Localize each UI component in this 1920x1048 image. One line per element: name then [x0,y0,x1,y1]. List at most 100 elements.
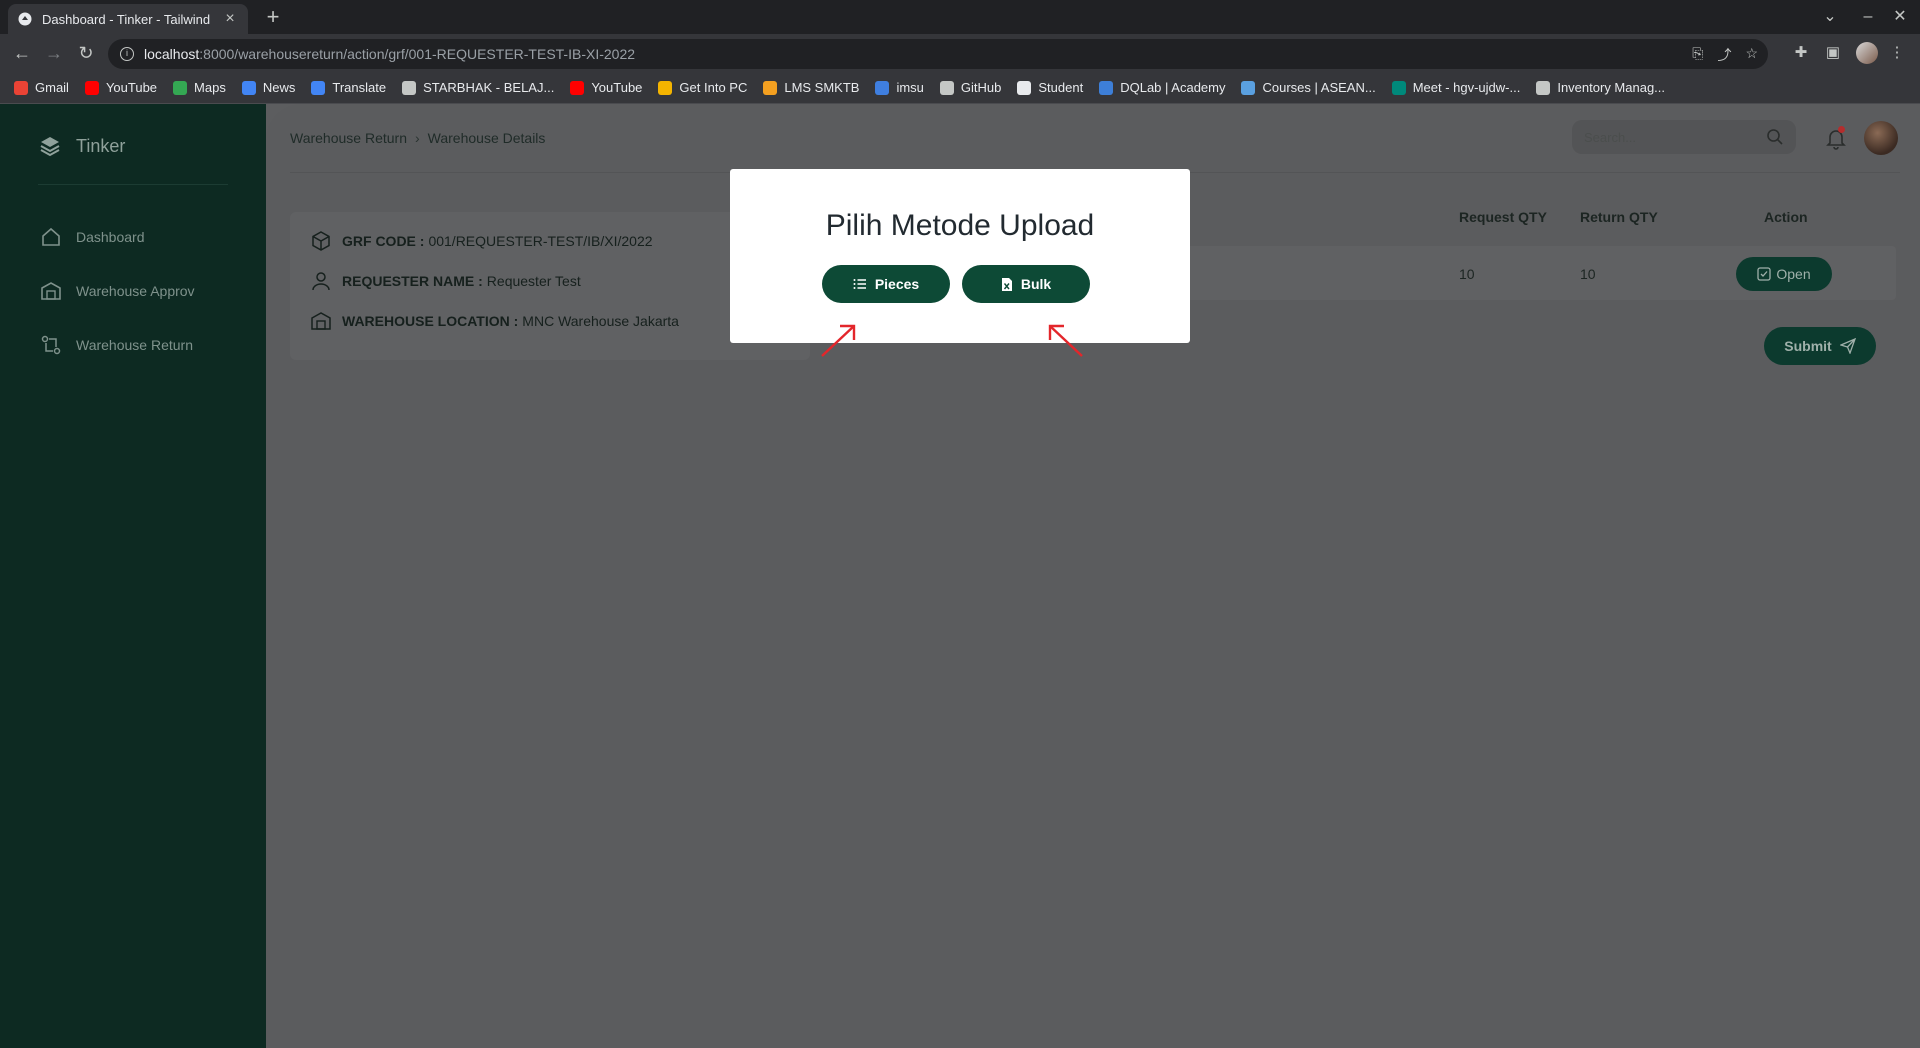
bookmark-label: Student [1038,80,1084,95]
pieces-button[interactable]: Pieces [822,265,950,303]
bookmark-favicon-icon [1099,80,1114,95]
profile-avatar[interactable] [1856,42,1878,64]
translate-icon[interactable]: ⎘ [1692,45,1703,65]
open-button[interactable]: Open [1736,257,1832,291]
bookmark-label: STARBHAK - BELAJ... [423,80,555,95]
breadcrumb-current: Warehouse Details [427,130,546,146]
bookmark-label: DQLab | Academy [1120,80,1226,95]
bookmark-item[interactable]: LMS SMKTB [763,80,859,95]
bookmark-star-icon[interactable]: ☆ [1745,45,1758,65]
send-icon [1839,338,1856,354]
sidebar-item-warehouse-approv[interactable]: Warehouse Approv [40,280,195,302]
cell-return-qty: 10 [1580,266,1596,282]
bookmark-favicon-icon [402,80,417,95]
excel-file-icon [1001,277,1012,291]
tab-search-icon[interactable]: ⌄ [1814,4,1846,30]
site-info-icon[interactable]: i [120,47,134,61]
header-return-qty: Return QTY [1580,209,1658,225]
upload-method-modal: Pilih Metode Upload Pieces Bulk [730,169,1190,343]
address-bar[interactable]: i localhost:8000/warehousereturn/action/… [108,39,1768,69]
user-icon [312,272,330,291]
browser-tab[interactable]: Dashboard - Tinker - Tailwind × [8,4,248,34]
bookmarks-bar: Gmail YouTube Maps News Translate STARBHAK - … [0,72,1920,104]
bookmark-favicon-icon [763,80,778,95]
breadcrumb: Warehouse Return › Warehouse Details [290,130,545,146]
list-icon [853,279,866,289]
sidebar-divider [38,184,228,185]
bookmark-favicon-icon [875,80,890,95]
bookmark-item[interactable]: Maps [173,80,226,95]
bookmark-label: Inventory Manag... [1557,80,1666,95]
header-request-qty: Request QTY [1459,209,1547,225]
bookmark-item[interactable]: YouTube [570,80,642,95]
bookmark-favicon-icon [939,80,954,95]
bookmark-item[interactable]: Translate [311,80,386,95]
breadcrumb-parent[interactable]: Warehouse Return [290,130,407,146]
sidebar-item-warehouse-return[interactable]: Warehouse Return [40,334,193,356]
bookmark-item[interactable]: Meet - hgv-ujdw-... [1391,80,1520,95]
browser-toolbar: ← → ↻ i localhost:8000/warehousereturn/a… [0,34,1920,72]
grf-code-value: 001/REQUESTER-TEST/IB/XI/2022 [428,233,653,249]
menu-kebab-icon[interactable]: ⋮ [1886,42,1908,64]
side-panel-icon[interactable]: ▣ [1822,42,1844,64]
layers-logo-icon [40,137,60,157]
sidebar-item-label: Warehouse Approv [76,283,195,299]
tab-close-icon[interactable]: × [222,10,238,28]
search-input[interactable] [1584,129,1754,145]
submit-button[interactable]: Submit [1764,327,1876,365]
bookmark-item[interactable]: Get Into PC [658,80,747,95]
bookmark-item[interactable]: GitHub [939,80,1002,95]
reload-icon[interactable]: ↻ [72,40,100,68]
bulk-button-label: Bulk [1020,276,1052,292]
search-icon[interactable] [1766,128,1784,146]
bookmark-label: imsu [896,80,924,95]
share-icon[interactable]: ⤴ [1717,45,1731,65]
notification-badge [1838,126,1845,133]
bookmark-label: News [262,80,296,95]
bookmark-label: YouTube [105,80,158,95]
omnibox-actions: ⎘ ⤴ ☆ [1692,45,1758,65]
requester-value: Requester Test [486,273,581,289]
cube-icon [312,231,330,251]
sidebar: Tinker Dashboard Warehouse Approv Wareho… [0,104,266,1048]
brand-name: Tinker [76,135,126,156]
bulk-button[interactable]: Bulk [962,265,1090,303]
bookmark-label: Courses | ASEAN... [1262,80,1376,95]
bookmark-favicon-icon [14,80,28,95]
pieces-button-label: Pieces [874,276,920,292]
bookmark-favicon-icon [173,80,188,95]
close-window-icon[interactable]: ✕ [1884,4,1916,30]
new-tab-button[interactable]: + [260,5,286,31]
forward-icon[interactable]: → [40,40,68,68]
bookmark-favicon-icon [570,80,585,95]
sidebar-item-dashboard[interactable]: Dashboard [40,226,145,248]
user-avatar[interactable] [1864,121,1898,155]
bookmark-item[interactable]: Inventory Manag... [1536,80,1665,95]
url-text: localhost:8000/warehousereturn/action/gr… [144,46,636,62]
bookmark-label: GitHub [960,80,1002,95]
bookmark-item[interactable]: Courses | ASEAN... [1241,80,1376,95]
bookmark-item[interactable]: STARBHAK - BELAJ... [402,80,554,95]
bookmark-favicon-icon [1241,80,1256,95]
extensions-icon[interactable]: ✚ [1790,42,1812,64]
annotation-arrow-bulk [1048,324,1083,357]
bookmark-item[interactable]: Student [1017,80,1083,95]
sidebar-item-label: Warehouse Return [76,337,193,353]
bookmark-label: Translate [332,80,387,95]
minimize-icon[interactable]: – [1852,4,1884,30]
requester-row: REQUESTER NAME : Requester Test [310,270,581,292]
annotation-arrow-pieces [821,324,856,357]
bookmark-label: Get Into PC [679,80,748,95]
submit-button-label: Submit [1784,338,1832,354]
bookmark-item[interactable]: YouTube [84,80,158,95]
bookmark-item[interactable]: DQLab | Academy [1099,80,1225,95]
check-square-icon [1757,267,1772,281]
brand[interactable]: Tinker [38,134,125,158]
back-icon[interactable]: ← [8,40,36,68]
return-icon [41,335,61,355]
cell-request-qty: 10 [1459,266,1475,282]
bookmark-item[interactable]: imsu [875,80,924,95]
bookmark-favicon-icon [311,80,326,95]
bookmark-item[interactable]: Gmail [14,80,69,95]
bookmark-item[interactable]: News [241,80,296,95]
